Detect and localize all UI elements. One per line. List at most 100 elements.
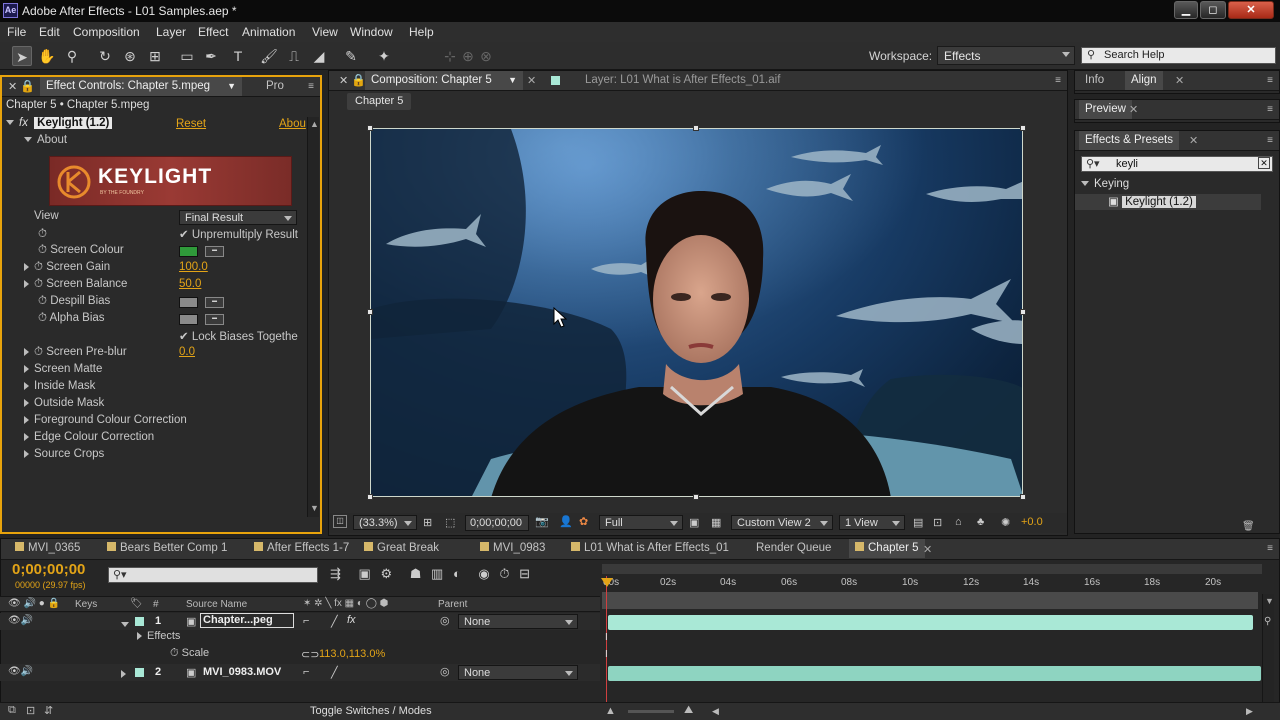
- rotation-tool-icon[interactable]: ↻: [95, 46, 115, 66]
- resolution-dropdown[interactable]: Full: [599, 515, 683, 530]
- stopwatch-icon[interactable]: ⏱: [38, 244, 47, 256]
- av-features-icons[interactable]: 👁 🔊 ● 🔒: [8, 598, 60, 609]
- tab-close-icon[interactable]: ✕: [1129, 103, 1138, 116]
- constrain-proportions-icon[interactable]: ⊂⊃: [301, 648, 319, 661]
- menu-composition[interactable]: Composition: [73, 25, 140, 39]
- collapse-triangle-icon[interactable]: [121, 618, 134, 630]
- pick-whip-icon[interactable]: ◎: [440, 665, 450, 678]
- transfer-controls-icon[interactable]: ⊡: [26, 704, 35, 717]
- transform-handle[interactable]: [1020, 309, 1026, 315]
- menu-help[interactable]: Help: [409, 25, 434, 39]
- draft-3d-icon[interactable]: ⚙: [380, 566, 392, 581]
- brainstorm-icon[interactable]: ◉: [478, 566, 489, 581]
- mask-visibility-icon[interactable]: ⬚: [445, 516, 455, 529]
- effect-name[interactable]: Keylight (1.2): [34, 117, 113, 129]
- eraser-tool-icon[interactable]: ◢: [309, 46, 329, 66]
- expand-triangle-icon[interactable]: [121, 668, 131, 680]
- magnification-dropdown[interactable]: (33.3%): [353, 515, 417, 530]
- view-axis-icon[interactable]: ⊗: [476, 46, 496, 66]
- clone-stamp-tool-icon[interactable]: ⎍: [284, 46, 304, 66]
- tab-info[interactable]: Info: [1079, 71, 1110, 90]
- alpha-bias-swatch[interactable]: [179, 314, 198, 325]
- clear-search-icon[interactable]: ✕: [1258, 157, 1270, 169]
- timeline-scrollbar[interactable]: ▼: [1262, 594, 1274, 704]
- live-update-icon[interactable]: ▣: [359, 566, 371, 581]
- panel-close-icon[interactable]: ✕: [339, 74, 348, 87]
- tab-effects-presets[interactable]: Effects & Presets: [1079, 131, 1179, 150]
- playhead-icon[interactable]: [601, 578, 613, 587]
- menu-view[interactable]: View: [312, 25, 338, 39]
- menu-effect[interactable]: Effect: [198, 25, 228, 39]
- exposure-value[interactable]: +0.0: [1021, 516, 1043, 528]
- menu-animation[interactable]: Animation: [242, 25, 295, 39]
- comp-mini-flowchart-icon[interactable]: ⇶: [330, 566, 341, 581]
- effects-search-input[interactable]: ⚲▾ keyli ✕: [1081, 156, 1273, 172]
- fx-icon[interactable]: fx: [19, 117, 28, 129]
- minimize-button[interactable]: ▁: [1174, 1, 1198, 19]
- tab-align[interactable]: Align: [1125, 71, 1163, 90]
- group-edge-colour-correction[interactable]: Edge Colour Correction: [24, 431, 154, 448]
- scroll-down-icon[interactable]: ▼: [310, 503, 319, 513]
- transform-handle[interactable]: [1020, 494, 1026, 500]
- transparency-grid-icon[interactable]: ▦: [711, 516, 721, 529]
- tab-timeline-bears-better-comp[interactable]: Bears Better Comp 1: [101, 539, 233, 558]
- work-area-range[interactable]: [602, 592, 1258, 609]
- zoom-out-icon[interactable]: ▲: [605, 705, 616, 717]
- switches-icons[interactable]: ✶ ✲ ╲ fx ▦ ◐ ◯ ⬢: [303, 598, 388, 609]
- despill-bias-swatch[interactable]: [179, 297, 198, 308]
- tab-timeline-great-break[interactable]: Great Break: [358, 539, 445, 558]
- about-group[interactable]: About: [24, 134, 67, 151]
- tab-close-icon[interactable]: ✕: [1175, 74, 1184, 87]
- layer-switches-icon[interactable]: ⧉: [8, 704, 16, 717]
- timeline-search-input[interactable]: ⚲▾: [108, 567, 318, 583]
- brush-tool-icon[interactable]: 🖌: [259, 46, 279, 66]
- workspace-select[interactable]: Effects: [937, 46, 1075, 65]
- group-outside-mask[interactable]: Outside Mask: [24, 397, 104, 414]
- quality-switch-icon[interactable]: ╱: [331, 666, 338, 679]
- fast-previews-icon[interactable]: ⊡: [933, 516, 942, 529]
- roto-brush-tool-icon[interactable]: ✎: [341, 46, 361, 66]
- screen-balance-value[interactable]: 50.0: [179, 278, 201, 295]
- region-of-interest-icon[interactable]: ▣: [689, 516, 699, 529]
- category-keying[interactable]: Keying: [1081, 178, 1129, 195]
- scroll-up-icon[interactable]: ▼: [1265, 596, 1274, 606]
- tab-timeline-l01[interactable]: L01 What is After Effects_01: [565, 539, 735, 558]
- transform-handle[interactable]: [367, 125, 373, 131]
- tab-preview[interactable]: Preview: [1079, 100, 1132, 119]
- reset-link[interactable]: Reset: [176, 118, 206, 135]
- pen-tool-icon[interactable]: ✒: [201, 46, 221, 66]
- lock-icon[interactable]: 🔒: [20, 79, 35, 93]
- timeline-side-icon[interactable]: ⚲: [1264, 616, 1271, 627]
- transform-handle[interactable]: [367, 309, 373, 315]
- lock-icon[interactable]: 🔒: [351, 73, 366, 87]
- in-out-icon[interactable]: ⇵: [44, 704, 53, 717]
- menu-layer[interactable]: Layer: [156, 25, 186, 39]
- lock-biases-checkbox[interactable]: ✔ Lock Biases Togethe: [179, 329, 298, 346]
- tab-close-icon[interactable]: ✕: [527, 74, 536, 87]
- visibility-icon[interactable]: 👁🔊: [8, 666, 33, 677]
- panel-menu-icon[interactable]: ≡: [1267, 75, 1273, 86]
- shy-icon[interactable]: ☗: [410, 566, 422, 581]
- search-help-input[interactable]: ⚲ Search Help: [1081, 47, 1276, 64]
- work-area-bar[interactable]: [602, 564, 1262, 574]
- hand-tool-icon[interactable]: ✋: [37, 46, 57, 66]
- eyedropper-icon[interactable]: ━: [205, 314, 224, 325]
- stopwatch-icon[interactable]: ⏱: [170, 647, 179, 659]
- tab-render-queue[interactable]: Render Queue: [750, 539, 837, 558]
- group-inside-mask[interactable]: Inside Mask: [24, 380, 95, 397]
- stopwatch-icon[interactable]: ⏱: [38, 228, 47, 245]
- screen-preblur-value[interactable]: 0.0: [179, 346, 195, 363]
- unpremultiply-checkbox[interactable]: ✔ Unpremultiply Result: [179, 227, 298, 244]
- motion-blur-icon[interactable]: ◐: [453, 566, 461, 581]
- layer-name[interactable]: Chapter...peg: [200, 613, 294, 628]
- fx-icon[interactable]: fx: [347, 614, 356, 626]
- safe-zones-icon[interactable]: ⊞: [423, 516, 432, 529]
- tab-composition[interactable]: Composition: Chapter 5 ▼: [365, 71, 523, 90]
- stopwatch-icon[interactable]: ⏱: [34, 261, 43, 273]
- col-source-name[interactable]: Source Name: [186, 599, 247, 610]
- pan-behind-tool-icon[interactable]: ⊞: [145, 46, 165, 66]
- graph-editor-icon[interactable]: ⊟: [519, 566, 530, 581]
- effect-controls-scrollbar[interactable]: ▲ ▼: [307, 117, 319, 517]
- menu-edit[interactable]: Edit: [39, 25, 60, 39]
- expand-triangle-icon[interactable]: [24, 347, 29, 356]
